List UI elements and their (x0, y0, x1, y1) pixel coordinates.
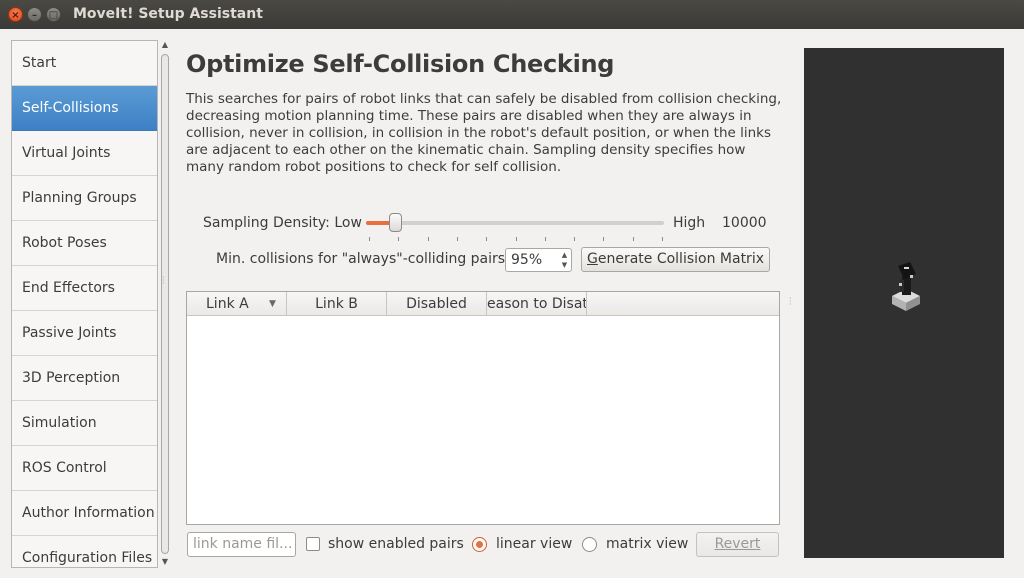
window-titlebar: × – □ MoveIt! Setup Assistant (0, 0, 1024, 29)
matrix-view-radio[interactable] (582, 537, 597, 552)
column-header-link-a[interactable]: Link A ▼ (187, 292, 287, 316)
page-title: Optimize Self-Collision Checking (186, 50, 615, 78)
table-header: Link A ▼ Link B Disabled eason to Disat (187, 292, 779, 316)
radio-selected-dot (476, 541, 483, 548)
slider-tick (456, 237, 458, 241)
revert-button[interactable]: Revert (696, 532, 779, 557)
slider-tick (662, 237, 663, 241)
show-enabled-pairs-label[interactable]: show enabled pairs (328, 536, 464, 552)
matrix-view-label[interactable]: matrix view (606, 536, 688, 552)
min-collisions-value: 95% (511, 252, 543, 268)
generate-button-label: enerate Collision Matrix (597, 251, 764, 267)
sidebar-item-self-collisions[interactable]: Self-Collisions (12, 86, 157, 131)
scrollbar-thumb[interactable] (161, 54, 169, 554)
slider-handle[interactable] (388, 213, 402, 232)
filter-placeholder: link name fil... (193, 536, 293, 552)
column-header-link-a-label: Link A (206, 296, 249, 312)
slider-tick (515, 237, 517, 241)
generate-collision-matrix-button[interactable]: Generate Collision Matrix (581, 247, 770, 272)
slider-tick (398, 237, 400, 241)
sidebar-item-planning-groups[interactable]: Planning Groups (12, 176, 157, 221)
scroll-down-icon[interactable]: ▼ (160, 557, 170, 567)
sidebar-item-robot-poses[interactable]: Robot Poses (12, 221, 157, 266)
sidebar-item-author-information[interactable]: Author Information (12, 491, 157, 536)
sidebar-item-start[interactable]: Start (12, 41, 157, 86)
sidebar-item-simulation[interactable]: Simulation (12, 401, 157, 446)
sidebar-scrollbar[interactable]: ▲ ▼ (159, 40, 171, 568)
slider-tick (369, 237, 370, 241)
spin-up-icon[interactable]: ▲ (560, 251, 569, 260)
link-name-filter-input[interactable]: link name fil... (187, 532, 296, 557)
slider-tick (603, 237, 605, 241)
slider-tick (427, 237, 429, 241)
slider-tick (632, 237, 634, 241)
sampling-high-label: High (673, 215, 706, 231)
scroll-up-icon[interactable]: ▲ (160, 40, 170, 50)
min-collisions-label: Min. collisions for "always"-colliding p… (216, 251, 510, 267)
slider-tick (544, 237, 546, 241)
revert-button-label: Revert (714, 536, 761, 552)
collision-pairs-table[interactable]: Link A ▼ Link B Disabled eason to Disat (186, 291, 780, 525)
sidebar-item-end-effectors[interactable]: End Effectors (12, 266, 157, 311)
sidebar-nav: Start Self-Collisions Virtual Joints Pla… (11, 40, 158, 568)
sidebar-item-passive-joints[interactable]: Passive Joints (12, 311, 157, 356)
generate-button-mnemonic: G (586, 251, 598, 267)
robot-3d-viewer[interactable] (804, 48, 1004, 558)
slider-tick (574, 237, 576, 241)
linear-view-label[interactable]: linear view (496, 536, 572, 552)
sidebar-item-virtual-joints[interactable]: Virtual Joints (12, 131, 157, 176)
sampling-density-value: 10000 (722, 215, 767, 231)
page-description: This searches for pairs of robot links t… (186, 91, 782, 175)
min-collisions-spinbox[interactable]: 95% ▲ ▼ (505, 248, 572, 272)
maximize-window-button[interactable]: □ (46, 7, 61, 22)
column-header-disabled[interactable]: Disabled (387, 292, 487, 316)
close-window-button[interactable]: × (8, 7, 23, 22)
sidebar-item-ros-control[interactable]: ROS Control (12, 446, 157, 491)
spin-down-icon[interactable]: ▼ (560, 261, 569, 270)
splitter-handle-left[interactable]: · · · (162, 274, 165, 288)
sidebar-item-3d-perception[interactable]: 3D Perception (12, 356, 157, 401)
slider-tick (486, 237, 488, 241)
window-title: MoveIt! Setup Assistant (73, 6, 263, 22)
column-header-link-b[interactable]: Link B (287, 292, 387, 316)
minimize-window-button[interactable]: – (27, 7, 42, 22)
robot-model-icon (892, 262, 920, 311)
sidebar-item-configuration-files[interactable]: Configuration Files (12, 536, 157, 567)
linear-view-radio[interactable] (472, 537, 487, 552)
show-enabled-pairs-checkbox[interactable] (306, 537, 320, 551)
sort-descending-icon: ▼ (269, 299, 276, 309)
splitter-handle-right[interactable]: · · · (789, 295, 792, 309)
sampling-density-slider[interactable] (366, 221, 664, 225)
column-header-reason[interactable]: eason to Disat (487, 292, 587, 316)
sampling-density-label: Sampling Density: Low (203, 215, 362, 231)
